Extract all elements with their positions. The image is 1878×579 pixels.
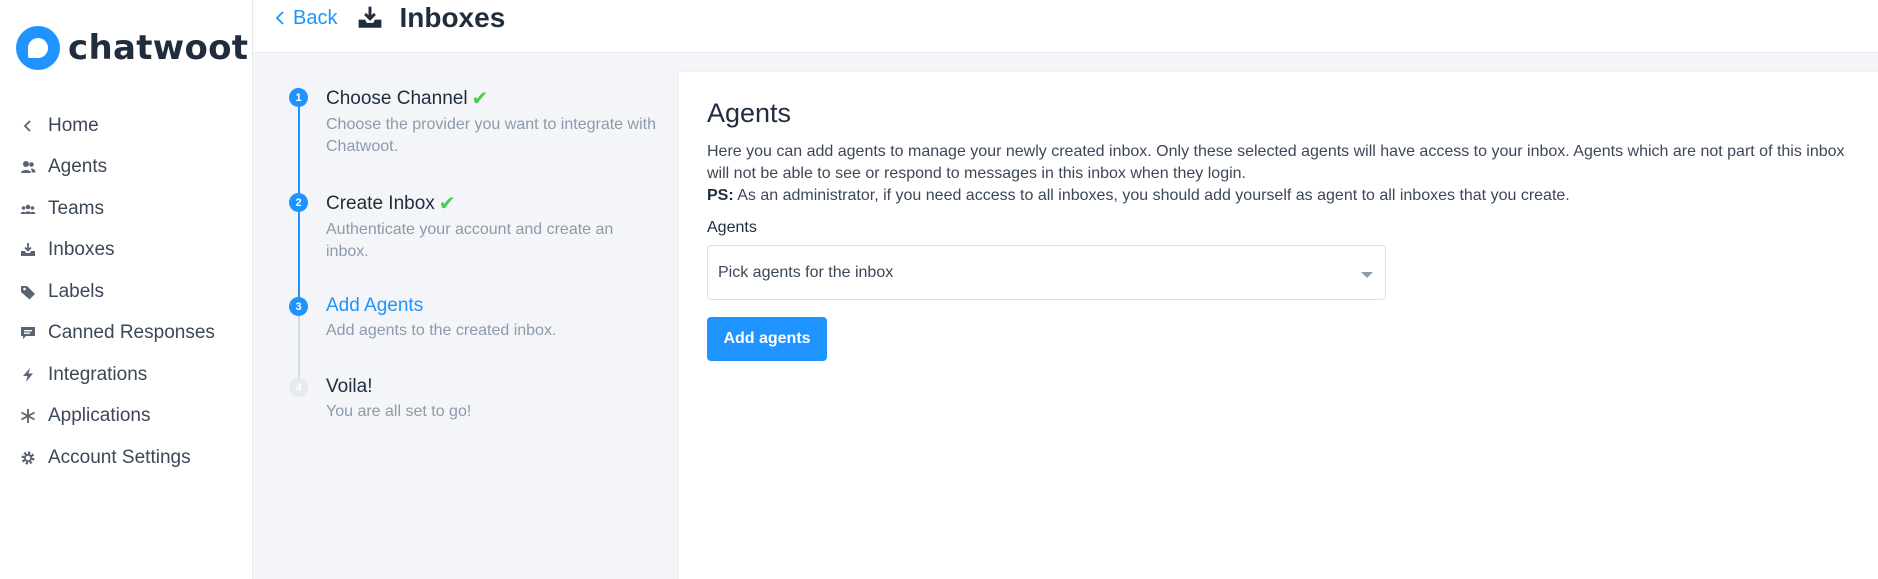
sidebar-item-label: Applications bbox=[48, 405, 151, 427]
ps-label: PS: bbox=[707, 187, 734, 204]
step-description: Authenticate your account and create an … bbox=[326, 221, 614, 260]
step-title: Create Inbox bbox=[326, 192, 435, 214]
sidebar-item-agents[interactable]: Agents bbox=[0, 147, 253, 189]
step-number: 4 bbox=[289, 378, 308, 397]
step-number: 1 bbox=[289, 88, 308, 107]
sidebar-item-applications[interactable]: Applications bbox=[0, 396, 253, 438]
gear-icon bbox=[20, 450, 36, 466]
step-title-wrap: Choose Channel ✔ bbox=[326, 71, 679, 111]
sidebar-item-labels[interactable]: Labels bbox=[0, 271, 253, 313]
sidebar-item-integrations[interactable]: Integrations bbox=[0, 354, 253, 396]
sidebar-item-label: Integrations bbox=[48, 363, 148, 385]
step-description: You are all set to go! bbox=[326, 403, 472, 420]
tag-icon bbox=[20, 284, 36, 300]
agents-select[interactable]: Pick agents for the inbox bbox=[707, 245, 1386, 300]
people-icon bbox=[20, 159, 36, 175]
step-number: 2 bbox=[289, 193, 308, 212]
card-description: Here you can add agents to manage your n… bbox=[707, 141, 1850, 207]
step-description: Choose the provider you want to integrat… bbox=[326, 116, 656, 155]
step-title: Choose Channel bbox=[326, 87, 468, 109]
back-button[interactable]: Back bbox=[273, 7, 337, 30]
page-title: Inboxes bbox=[399, 2, 506, 33]
card-title: Agents bbox=[707, 98, 792, 128]
check-icon: ✔ bbox=[471, 88, 489, 110]
step-title: Voila! bbox=[326, 376, 373, 397]
sidebar-item-teams[interactable]: Teams bbox=[0, 188, 253, 230]
sidebar-item-home[interactable]: Home bbox=[0, 105, 253, 147]
brand-name: chatwoot bbox=[68, 28, 249, 68]
step-choose-channel: 1 Choose Channel ✔ Choose the provider y… bbox=[289, 71, 679, 176]
back-label: Back bbox=[293, 6, 338, 29]
step-number: 3 bbox=[289, 297, 308, 316]
sidebar-item-label: Account Settings bbox=[48, 446, 191, 468]
lightning-icon bbox=[20, 367, 36, 383]
step-description: Add agents to the created inbox. bbox=[326, 322, 557, 339]
agents-select-placeholder: Pick agents for the inbox bbox=[718, 263, 894, 281]
inbox-icon bbox=[359, 6, 382, 28]
add-agents-card: Agents Here you can add agents to manage… bbox=[678, 71, 1878, 579]
sidebar: chatwoot Home Agents Teams Inboxes Label… bbox=[0, 0, 253, 579]
team-icon bbox=[20, 201, 36, 217]
add-agents-button[interactable]: Add agents bbox=[707, 317, 827, 361]
sidebar-item-label: Home bbox=[48, 114, 99, 136]
sidebar-item-label: Canned Responses bbox=[48, 322, 215, 344]
agents-field-label: Agents bbox=[707, 219, 757, 236]
ps-text: As an administrator, if you need access … bbox=[733, 187, 1570, 204]
chatwoot-logo-icon bbox=[16, 26, 60, 70]
sidebar-item-label: Teams bbox=[48, 197, 104, 219]
chevron-left-icon bbox=[20, 118, 36, 134]
description-text: Here you can add agents to manage your n… bbox=[707, 143, 1845, 182]
sidebar-item-account-settings[interactable]: Account Settings bbox=[0, 437, 253, 479]
check-icon: ✔ bbox=[438, 193, 456, 215]
chevron-left-icon bbox=[275, 11, 284, 25]
chatwoot-logo[interactable]: chatwoot bbox=[16, 26, 248, 70]
main-area: Back Inboxes 1 Choose Channel ✔ Choose t… bbox=[253, 0, 1878, 579]
sidebar-item-label: Inboxes bbox=[48, 239, 115, 261]
step-add-agents: 3 Add Agents Add agents to the created i… bbox=[289, 280, 679, 361]
sidebar-item-canned-responses[interactable]: Canned Responses bbox=[0, 313, 253, 355]
sidebar-item-label: Agents bbox=[48, 156, 108, 178]
content-area: 1 Choose Channel ✔ Choose the provider y… bbox=[253, 53, 1878, 579]
step-create-inbox: 2 Create Inbox ✔ Authenticate your accou… bbox=[289, 176, 679, 280]
caret-down-icon bbox=[1361, 272, 1373, 278]
step-title-wrap: Create Inbox ✔ bbox=[326, 176, 679, 216]
step-title: Add Agents bbox=[326, 295, 424, 316]
asterisk-icon bbox=[20, 408, 36, 424]
inbox-icon bbox=[20, 242, 36, 258]
wizard-steps: 1 Choose Channel ✔ Choose the provider y… bbox=[289, 71, 679, 441]
page-header: Back Inboxes bbox=[253, 0, 1878, 53]
chat-icon bbox=[20, 325, 36, 341]
sidebar-item-label: Labels bbox=[48, 280, 104, 302]
step-voila: 4 Voila! You are all set to go! bbox=[289, 361, 679, 441]
sidebar-item-inboxes[interactable]: Inboxes bbox=[0, 230, 253, 272]
sidebar-nav: Home Agents Teams Inboxes Labels Canned … bbox=[0, 105, 253, 479]
